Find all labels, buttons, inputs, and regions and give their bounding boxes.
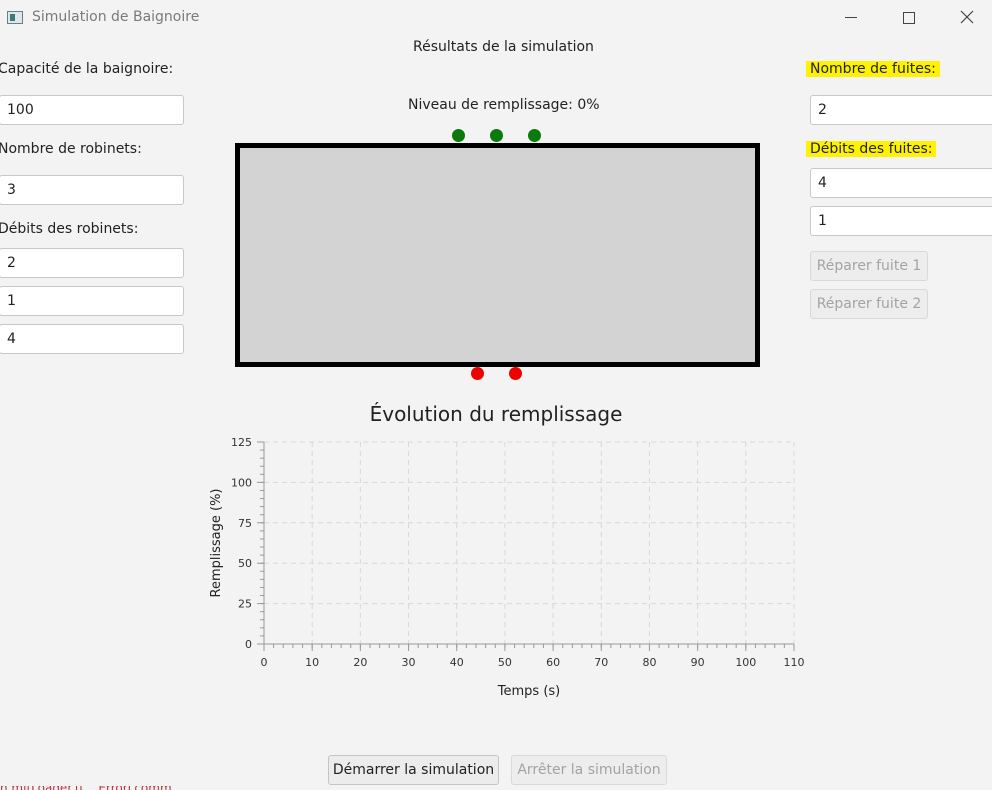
leak-rate-input-1[interactable]: 4 (810, 168, 992, 198)
capacity-label: Capacité de la baignoire: (0, 61, 174, 77)
y-tick-label: 75 (238, 517, 252, 530)
x-tick-label: 90 (691, 656, 705, 669)
maximize-icon (903, 12, 915, 24)
leak-rates-label: Débits des fuites: (806, 141, 937, 157)
minimize-button[interactable] (828, 0, 874, 36)
x-tick-label: 110 (784, 656, 805, 669)
background-text-strip: n.mitLoader.u… ErrorLcomm ... (0, 786, 992, 790)
y-tick-label: 100 (231, 476, 252, 489)
tap-rate-input-3[interactable]: 4 (0, 324, 184, 354)
y-tick-label: 0 (245, 638, 252, 651)
x-tick-label: 20 (353, 656, 367, 669)
tap-rate-input-1[interactable]: 2 (0, 248, 184, 278)
results-title: Résultats de la simulation (413, 39, 594, 55)
fill-level-text: Niveau de remplissage: 0% (408, 97, 600, 113)
y-axis-label: Remplissage (%) (209, 489, 224, 598)
tap-rates-label: Débits des robinets: (0, 221, 139, 237)
window-title: Simulation de Baignoire (32, 9, 200, 25)
chart-title: Évolution du remplissage (369, 402, 623, 426)
x-tick-label: 100 (735, 656, 756, 669)
title-bar: Simulation de Baignoire (0, 0, 992, 36)
taps-count-label: Nombre de robinets: (0, 141, 142, 157)
leaks-count-input[interactable]: 2 (810, 95, 992, 125)
app-window-icon (7, 11, 23, 24)
start-simulation-button[interactable]: Démarrer la simulation (328, 755, 499, 785)
close-button[interactable] (944, 0, 990, 36)
tap-dot (452, 129, 465, 142)
tap-rate-input-2[interactable]: 1 (0, 286, 184, 316)
x-tick-label: 30 (402, 656, 416, 669)
tap-dot (490, 129, 503, 142)
tap-dot (528, 129, 541, 142)
y-tick-label: 50 (238, 557, 252, 570)
x-axis-label: Temps (s) (497, 684, 560, 699)
x-tick-label: 40 (450, 656, 464, 669)
fill-chart: 0 10 20 30 40 50 60 70 80 90 100 110 0 25 50 75 100 125 Te… (209, 436, 805, 699)
leak-dot (471, 367, 484, 380)
minimize-icon (845, 17, 857, 18)
leaks-count-label: Nombre de fuites: (806, 61, 940, 77)
x-tick-label: 80 (642, 656, 656, 669)
maximize-button[interactable] (886, 0, 932, 36)
repair-leak-2-button[interactable]: Réparer fuite 2 (810, 289, 928, 319)
x-tick-label: 60 (546, 656, 560, 669)
y-tick-label: 25 (238, 598, 252, 611)
x-tick-label: 70 (594, 656, 608, 669)
taps-count-input[interactable]: 3 (0, 175, 184, 205)
capacity-input[interactable]: 100 (0, 95, 184, 125)
x-tick-label: 10 (305, 656, 319, 669)
leak-dot (509, 367, 522, 380)
repair-leak-1-button[interactable]: Réparer fuite 1 (810, 251, 928, 281)
y-tick-label: 125 (231, 436, 252, 449)
close-icon (960, 10, 974, 24)
leak-rate-input-2[interactable]: 1 (810, 206, 992, 236)
x-tick-label: 50 (498, 656, 512, 669)
bathtub-visual (235, 143, 760, 367)
stop-simulation-button[interactable]: Arrêter la simulation (511, 755, 667, 785)
x-tick-label: 0 (261, 656, 268, 669)
